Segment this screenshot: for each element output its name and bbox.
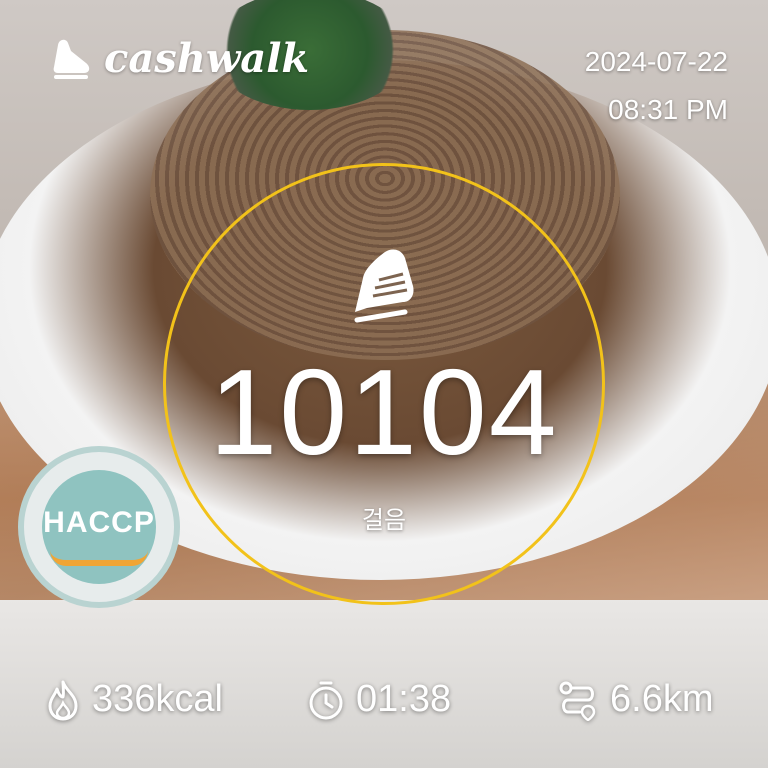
calories-stat: 336kcal	[44, 678, 223, 721]
distance-value: 6.6km	[610, 678, 714, 720]
time-text: 08:31 PM	[608, 94, 728, 125]
brand-name: cashwalk	[104, 34, 310, 82]
time-stat: 01:38	[306, 678, 451, 721]
flame-icon	[48, 680, 78, 720]
time-value: 01:38	[356, 678, 452, 720]
route-icon	[559, 681, 596, 721]
shoe-icon	[53, 39, 90, 79]
date-text: 2024-07-22	[584, 46, 728, 77]
brand-logo: cashwalk	[46, 30, 309, 86]
stopwatch-icon	[309, 681, 343, 719]
shoe-icon	[354, 249, 414, 323]
step-count: 10104	[209, 344, 559, 480]
distance-stat: 6.6km	[556, 678, 713, 721]
stats-bar: 336kcal 01:38 6.6km	[0, 678, 768, 734]
datetime: 2024-07-22 08:31 PM	[585, 38, 728, 134]
calories-value: 336kcal	[92, 678, 223, 720]
step-label: 걸음	[361, 507, 407, 534]
